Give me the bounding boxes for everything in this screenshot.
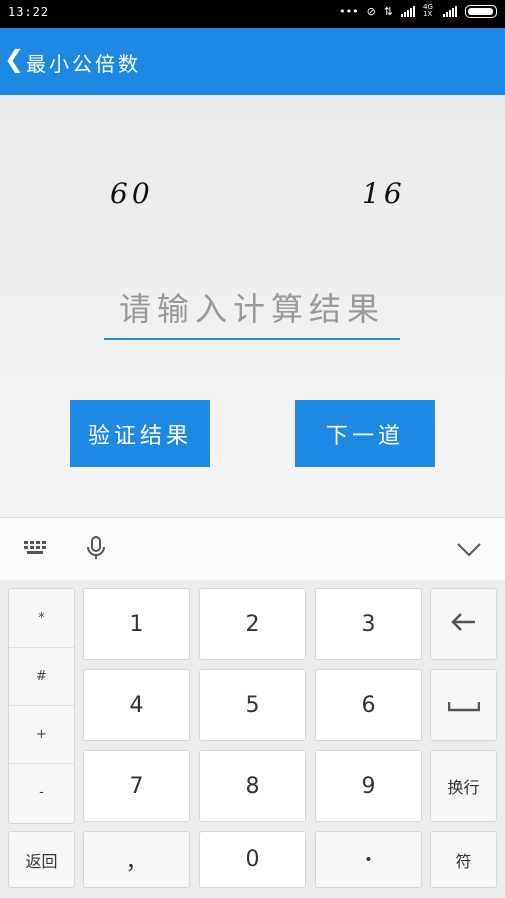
key-asterisk[interactable]: * [9,589,74,648]
key-1[interactable]: 1 [83,588,190,660]
key-7[interactable]: 7 [83,750,190,822]
battery-icon [465,4,497,18]
number-a: 60 [110,177,154,210]
data-transfer-icon: ⇅ [383,4,393,18]
keyboard-icon[interactable] [24,540,46,559]
key-hash[interactable]: # [9,647,74,706]
space-key[interactable] [430,669,497,741]
key-2[interactable]: 2 [199,588,306,660]
number-b: 16 [362,177,406,210]
status-time: 13:22 [8,5,50,19]
chevron-down-icon[interactable] [457,542,481,561]
backspace-key[interactable] [430,588,497,660]
key-8[interactable]: 8 [199,750,306,822]
back-chevron-icon[interactable]: ❮ [4,45,24,73]
network-type: 4G 1X [423,3,433,18]
main-content: 60 16 验证结果 下一道 [0,95,505,517]
signal-icon [401,5,415,17]
key-minus[interactable]: - [9,763,74,821]
answer-input[interactable] [104,280,400,340]
symbol-column: * # + - [8,588,75,824]
page-title: 最小公倍数 [26,52,141,76]
backspace-icon [450,612,477,637]
key-9[interactable]: 9 [315,750,422,822]
app-bar: ❮ 最小公倍数 [0,28,505,95]
wifi-off-icon: ⊘ [366,4,376,18]
status-icons: ••• ⊘ ⇅ 4G 1X [339,4,497,18]
more-icon: ••• [339,4,359,18]
key-plus[interactable]: + [9,705,74,764]
signal-icon-2 [443,5,457,17]
symbol-key[interactable]: 符 [430,831,497,888]
keyboard-toolbar [0,517,505,581]
space-icon [447,693,480,718]
next-button[interactable]: 下一道 [295,400,435,467]
key-4[interactable]: 4 [83,669,190,741]
key-6[interactable]: 6 [315,669,422,741]
comma-key[interactable]: ， [83,831,190,888]
numeric-keyboard: * # + - 1 2 3 4 5 6 7 8 9 换行 返回 ， 0 • 符 [0,580,505,898]
status-bar: 13:22 ••• ⊘ ⇅ 4G 1X [0,0,505,28]
microphone-icon[interactable] [86,536,106,564]
newline-key[interactable]: 换行 [430,750,497,822]
dot-key[interactable]: • [315,831,422,888]
key-0[interactable]: 0 [199,831,306,888]
verify-button[interactable]: 验证结果 [70,400,210,467]
key-5[interactable]: 5 [199,669,306,741]
key-3[interactable]: 3 [315,588,422,660]
back-key[interactable]: 返回 [8,831,75,888]
